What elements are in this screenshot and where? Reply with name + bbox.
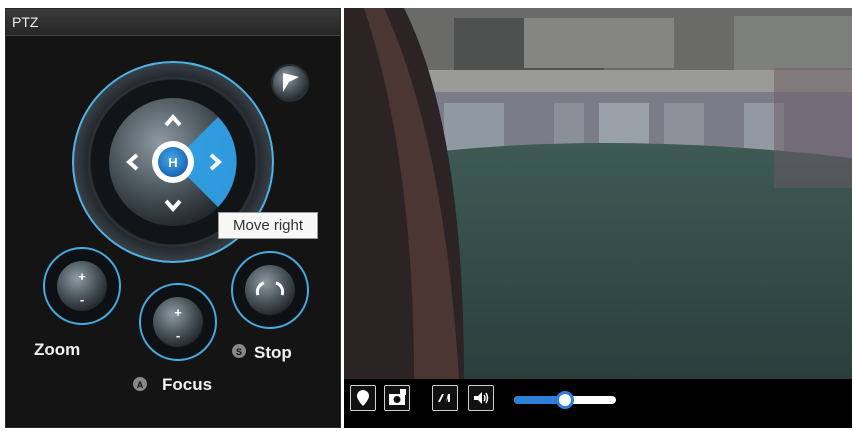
snapshot-icon bbox=[389, 389, 406, 405]
marker-button[interactable] bbox=[350, 385, 376, 411]
volume-icon bbox=[474, 392, 489, 404]
zoom-out-icon: - bbox=[80, 292, 84, 307]
snapshot-button[interactable] bbox=[384, 385, 410, 411]
zoom-in-icon: + bbox=[78, 269, 86, 284]
focus-near-icon: + bbox=[174, 305, 182, 320]
preset-flag-button[interactable] bbox=[271, 64, 309, 102]
camera-image bbox=[344, 8, 852, 379]
video-feed[interactable] bbox=[344, 8, 852, 379]
svg-text:S: S bbox=[236, 347, 242, 357]
marker-icon bbox=[357, 390, 369, 406]
rotate-control[interactable] bbox=[231, 251, 309, 329]
ptz-panel: PTZ H + - + - A S Zoom Focus Stop Move r… bbox=[5, 8, 341, 428]
zoom-label: Zoom bbox=[34, 340, 81, 359]
move-right-tooltip: Move right bbox=[218, 212, 318, 239]
volume-slider[interactable] bbox=[514, 391, 616, 409]
video-toolbar bbox=[344, 379, 852, 428]
home-label: H bbox=[168, 155, 177, 170]
svg-text:A: A bbox=[137, 380, 144, 390]
aspect-button[interactable] bbox=[432, 385, 458, 411]
zoom-control[interactable]: + - bbox=[43, 247, 121, 325]
volume-slider-thumb[interactable] bbox=[556, 391, 574, 409]
volume-button[interactable] bbox=[468, 385, 494, 411]
focus-control[interactable]: + - bbox=[139, 283, 217, 361]
aspect-icon bbox=[438, 394, 450, 402]
stop-button[interactable]: Stop bbox=[254, 343, 292, 363]
focus-far-icon: - bbox=[176, 328, 180, 343]
focus-label: Focus bbox=[162, 375, 213, 394]
